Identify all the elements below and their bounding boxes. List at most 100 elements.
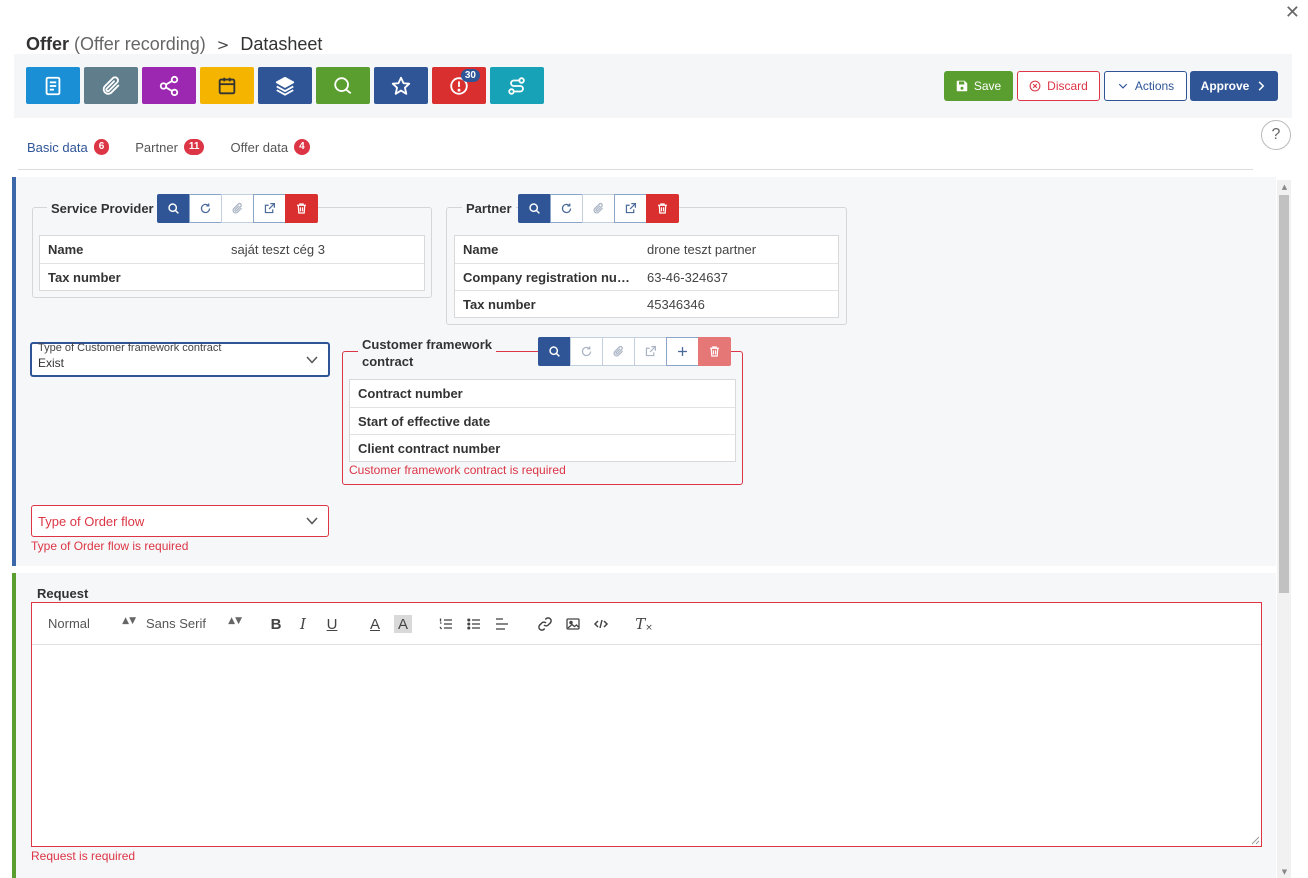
code-button[interactable]	[592, 615, 610, 633]
row-key: Contract number	[358, 386, 463, 401]
ordered-list-button[interactable]	[437, 615, 455, 633]
request-error: Request is required	[31, 849, 136, 863]
tab-partner[interactable]: Partner 11	[135, 136, 205, 158]
framework-contract-legend: Customer framework contract	[358, 336, 497, 370]
code-icon	[593, 619, 609, 629]
search-button[interactable]	[538, 337, 571, 366]
row-value: saját teszt cég 3	[231, 242, 325, 257]
align-left-icon	[496, 618, 508, 630]
refresh-button[interactable]	[550, 194, 583, 223]
font-select-value: Sans Serif	[146, 616, 206, 631]
search-button[interactable]	[157, 194, 190, 223]
search-icon	[529, 203, 540, 214]
framework-type-select[interactable]: Type of Customer framework contract Exis…	[30, 342, 330, 377]
tab-basic-data[interactable]: Basic data 6	[27, 136, 110, 158]
text-color-button[interactable]: A	[366, 615, 384, 633]
scroll-down-icon[interactable]: ▼	[1280, 868, 1289, 876]
alerts-button[interactable]: 30	[432, 67, 486, 104]
refresh-icon	[581, 346, 592, 357]
chevron-down-icon	[306, 517, 318, 525]
help-button[interactable]: ?	[1261, 120, 1291, 150]
trash-icon	[710, 346, 719, 357]
calendar-button[interactable]	[200, 67, 254, 104]
attachment-button[interactable]	[84, 67, 138, 104]
refresh-button[interactable]	[189, 194, 222, 223]
search-button[interactable]	[518, 194, 551, 223]
help-icon: ?	[1271, 126, 1281, 143]
bold-button[interactable]: B	[267, 615, 285, 633]
scroll-up-icon[interactable]: ▲	[1280, 183, 1289, 191]
attach-button[interactable]	[582, 194, 615, 223]
row-key: Name	[48, 242, 84, 257]
tabs-divider	[18, 169, 1253, 170]
save-button[interactable]: Save	[944, 71, 1013, 101]
page-title: Offer (Offer recording) > Datasheet	[26, 34, 322, 55]
breadcrumb-separator-icon: >	[216, 36, 230, 54]
circle-x-icon	[1029, 80, 1041, 92]
delete-button[interactable]	[285, 194, 318, 223]
order-flow-select[interactable]: Type of Order flow	[31, 505, 329, 537]
legend-line: contract	[362, 354, 414, 369]
table-row: Name saját teszt cég 3	[40, 236, 424, 263]
share-icon	[159, 75, 179, 96]
framework-contract-actions	[538, 337, 731, 366]
open-external-button[interactable]	[634, 337, 667, 366]
favorite-button[interactable]	[374, 67, 428, 104]
clear-format-icon: T	[635, 615, 646, 633]
resize-handle-icon[interactable]	[1250, 835, 1260, 845]
paperclip-icon	[613, 345, 623, 357]
title-page: Datasheet	[240, 34, 323, 54]
row-key: Name	[463, 242, 499, 257]
open-external-button[interactable]	[253, 194, 286, 223]
tab-label: Basic data	[27, 139, 88, 155]
framework-type-value: Exist	[38, 356, 65, 370]
comments-button[interactable]	[316, 67, 370, 104]
bullet-list-button[interactable]	[465, 615, 483, 633]
table-row: Name drone teszt partner	[455, 236, 838, 263]
document-button[interactable]	[26, 67, 80, 104]
chevron-right-icon	[1258, 81, 1265, 91]
table-row: Company registration num... 63-46-324637	[455, 263, 838, 290]
open-external-button[interactable]	[614, 194, 647, 223]
clear-format-button[interactable]: T ×	[635, 615, 653, 633]
tab-offer-data[interactable]: Offer data 4	[230, 136, 310, 158]
background-color-button[interactable]: A	[394, 615, 412, 633]
approve-button[interactable]: Approve	[1190, 71, 1278, 101]
font-select[interactable]: Sans Serif ▲▼	[146, 616, 242, 631]
underline-button[interactable]: U	[323, 615, 341, 633]
share-button[interactable]	[142, 67, 196, 104]
row-value: 63-46-324637	[647, 269, 728, 285]
row-key: Start of effective date	[358, 413, 491, 429]
format-select[interactable]: Normal ▲▼	[48, 616, 136, 631]
align-button[interactable]	[493, 615, 511, 633]
tab-label: Partner	[135, 139, 178, 155]
refresh-button[interactable]	[570, 337, 603, 366]
approve-label: Approve	[1200, 79, 1250, 93]
delete-button[interactable]	[646, 194, 679, 223]
bullet-list-icon	[467, 618, 480, 630]
discard-button[interactable]: Discard	[1017, 71, 1100, 101]
italic-button[interactable]: I	[294, 615, 312, 633]
request-textarea[interactable]	[32, 646, 1261, 846]
actions-button[interactable]: Actions	[1104, 71, 1187, 101]
delete-button[interactable]	[698, 337, 731, 366]
attach-button[interactable]	[221, 194, 254, 223]
layers-button[interactable]	[258, 67, 312, 104]
add-button[interactable]	[666, 337, 699, 366]
row-key: Tax number	[463, 296, 536, 312]
partner-legend: Partner	[462, 201, 516, 216]
row-key: Tax number	[48, 269, 121, 285]
row-key: Client contract number	[358, 440, 501, 456]
link-button[interactable]	[536, 615, 554, 633]
scrollbar-thumb[interactable]	[1279, 195, 1289, 593]
partner-table: Name drone teszt partner Company registra…	[454, 235, 839, 318]
close-icon[interactable]: ✕	[1285, 2, 1300, 23]
table-row: Client contract number	[350, 434, 735, 461]
route-icon	[508, 76, 525, 95]
order-flow-error: Type of Order flow is required	[31, 539, 189, 553]
calendar-icon	[218, 77, 236, 94]
route-button[interactable]	[490, 67, 544, 104]
attach-button[interactable]	[602, 337, 635, 366]
chevron-down-icon	[1118, 83, 1127, 89]
image-button[interactable]	[564, 615, 582, 633]
